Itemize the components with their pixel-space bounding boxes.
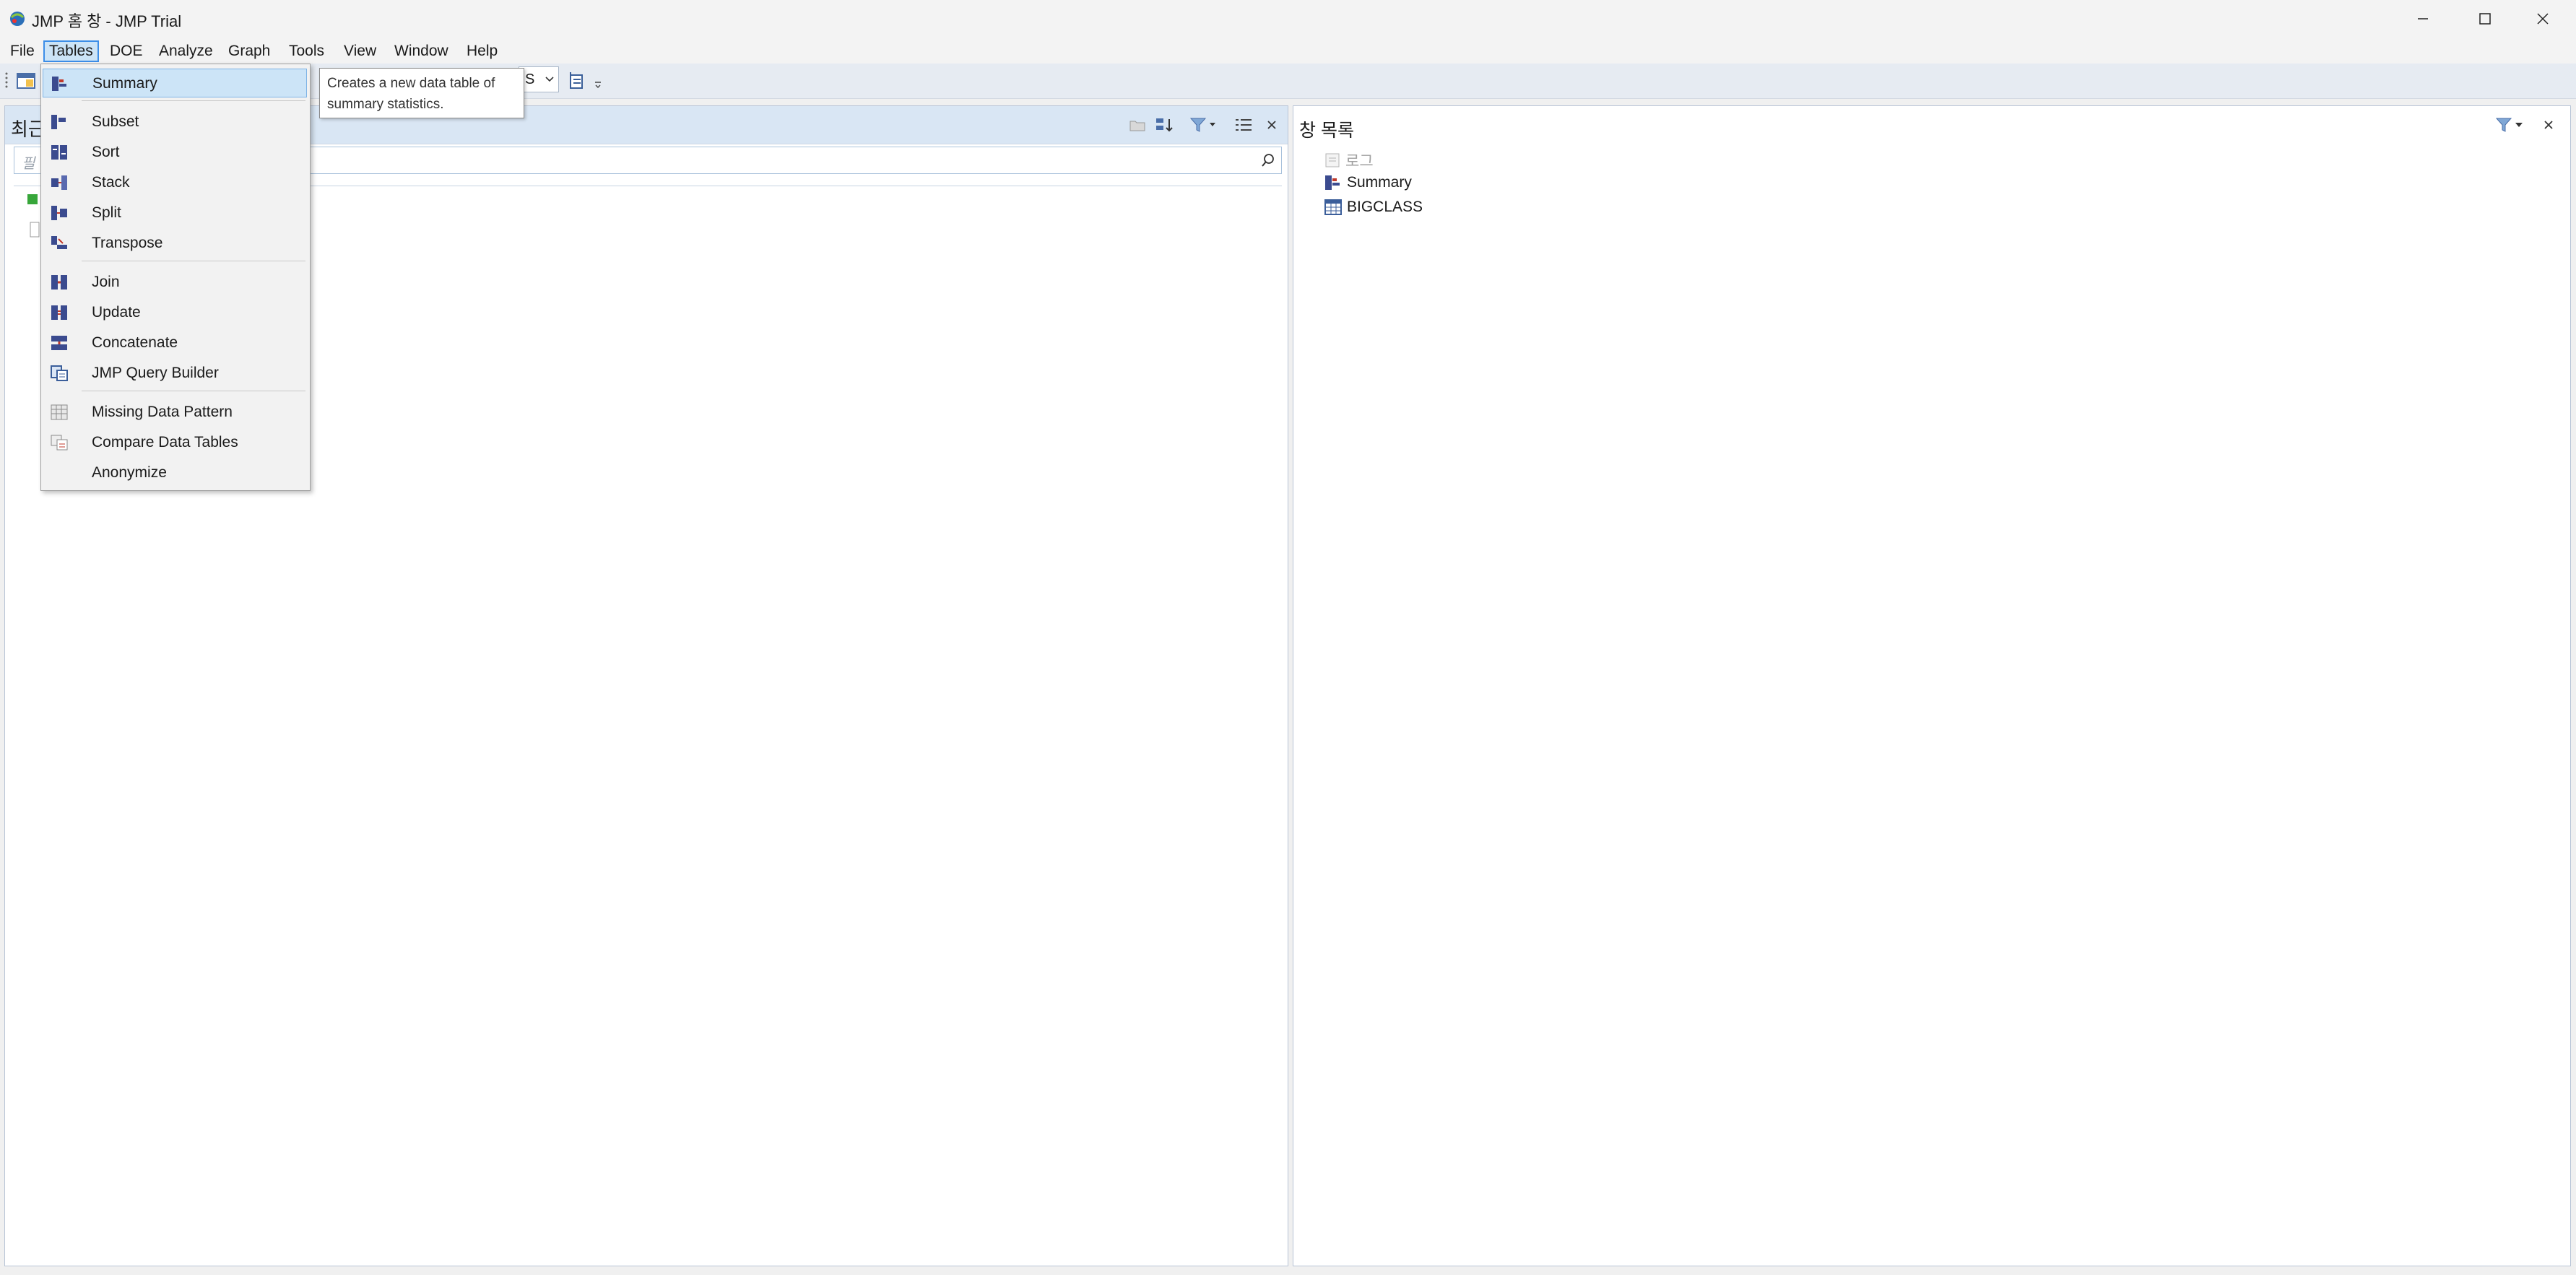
close-button[interactable] — [2513, 0, 2572, 38]
menu-analyze[interactable]: Analyze — [155, 40, 217, 62]
recent-file-icon[interactable] — [27, 193, 38, 206]
panel-close-icon[interactable] — [2541, 118, 2556, 132]
menu-item-label: Split — [92, 204, 121, 221]
compare-tables-icon — [51, 435, 68, 451]
toolbar-overflow-icon[interactable] — [594, 79, 602, 90]
minimize-button[interactable] — [2393, 0, 2453, 38]
window-list-header: 창 목록 — [1293, 106, 2570, 144]
missing-data-icon — [51, 404, 68, 420]
menu-item-compare-data-tables[interactable]: Compare Data Tables — [43, 428, 307, 457]
folder-icon[interactable] — [1129, 116, 1146, 134]
menu-item-query-builder[interactable]: JMP Query Builder — [43, 359, 307, 388]
menu-item-subset[interactable]: Subset — [43, 108, 307, 136]
summary-table-icon — [1325, 175, 1340, 190]
window-list-title: 창 목록 — [1299, 121, 1354, 141]
new-data-table-icon[interactable] — [16, 71, 38, 91]
log-icon — [1325, 153, 1340, 167]
close-icon — [2537, 13, 2549, 25]
menu-item-label: JMP Query Builder — [92, 365, 219, 381]
menu-item-label: Compare Data Tables — [92, 434, 238, 451]
toolbar-combo-value: S — [525, 71, 535, 87]
window-list-item-summary[interactable]: Summary — [1324, 174, 1412, 191]
filter-icon[interactable] — [1189, 116, 1218, 134]
menu-item-label: Anonymize — [92, 464, 167, 481]
menu-view[interactable]: View — [339, 40, 381, 62]
menu-file[interactable]: File — [6, 40, 39, 62]
join-icon — [51, 275, 67, 290]
menu-item-missing-data-pattern[interactable]: Missing Data Pattern — [43, 398, 307, 427]
menu-item-label: Stack — [92, 174, 130, 191]
menu-item-label: Missing Data Pattern — [92, 404, 233, 420]
search-placeholder: 필 — [22, 156, 35, 172]
concatenate-icon — [51, 336, 67, 350]
data-table-icon — [1324, 199, 1342, 215]
menu-item-stack[interactable]: Stack — [43, 168, 307, 197]
window-list-label: 로그 — [1345, 153, 1374, 170]
menu-item-transpose[interactable]: Transpose — [43, 229, 307, 258]
summary-tooltip: Creates a new data table of summary stat… — [319, 68, 524, 118]
window-list-label: BIGCLASS — [1347, 199, 1423, 215]
maximize-button[interactable] — [2455, 0, 2515, 38]
chevron-down-icon — [545, 77, 554, 82]
menu-doe[interactable]: DOE — [105, 40, 147, 62]
menu-window[interactable]: Window — [390, 40, 453, 62]
menu-item-label: Sort — [92, 144, 120, 160]
update-icon — [51, 305, 67, 320]
transpose-icon — [51, 236, 67, 249]
menu-bar: File Tables DOE Analyze Graph Tools View… — [0, 38, 2576, 64]
window-list-item-bigclass[interactable]: BIGCLASS — [1324, 199, 1423, 216]
menu-tables[interactable]: Tables — [43, 40, 99, 62]
query-builder-icon — [51, 365, 68, 381]
jmp-app-icon — [10, 12, 25, 26]
menu-item-label: Summary — [92, 75, 157, 92]
menu-item-label: Join — [92, 274, 120, 290]
toolbar-combo[interactable]: S — [519, 66, 559, 92]
menu-item-join[interactable]: Join — [43, 268, 307, 297]
list-view-icon[interactable] — [1233, 116, 1254, 134]
maximize-icon — [2479, 13, 2491, 25]
menu-tools[interactable]: Tools — [285, 40, 329, 62]
menu-item-update[interactable]: Update — [43, 298, 307, 327]
split-icon — [51, 206, 67, 220]
search-icon[interactable] — [1261, 153, 1275, 167]
stack-icon — [51, 175, 67, 190]
menu-item-concatenate[interactable]: Concatenate — [43, 328, 307, 357]
window-list-panel: 창 목록 로그 Summary BIGCLASS — [1293, 105, 2571, 1266]
menu-item-label: Update — [92, 304, 141, 321]
tooltip-line-1: Creates a new data table of — [327, 76, 495, 91]
toolbar-script-icon[interactable] — [566, 69, 586, 91]
menu-item-summary[interactable]: Summary — [43, 69, 307, 97]
filter-icon[interactable] — [2495, 116, 2527, 134]
window-list-label: Summary — [1347, 174, 1412, 191]
subset-icon — [51, 115, 66, 129]
title-bar: JMP 홈 창 - JMP Trial — [0, 0, 2576, 38]
recent-file-icon-2[interactable] — [30, 222, 40, 238]
sort-icon — [51, 145, 67, 160]
tables-menu-dropdown: Summary Subset Sort Stack Split Transpos… — [40, 64, 311, 491]
summary-icon — [52, 77, 66, 91]
minimize-icon — [2418, 18, 2428, 19]
menu-item-label: Transpose — [92, 235, 163, 251]
window-title: JMP 홈 창 - JMP Trial — [32, 12, 182, 30]
menu-item-label: Concatenate — [92, 334, 178, 351]
menu-item-anonymize[interactable]: Anonymize — [43, 458, 307, 487]
menu-help[interactable]: Help — [462, 40, 502, 62]
menu-graph[interactable]: Graph — [224, 40, 274, 62]
toolbar-grip-icon — [5, 72, 8, 88]
panel-close-icon[interactable] — [1265, 118, 1279, 132]
menu-item-sort[interactable]: Sort — [43, 138, 307, 167]
window-list-item-log[interactable]: 로그 — [1324, 149, 1374, 171]
menu-item-label: Subset — [92, 113, 139, 130]
menu-item-split[interactable]: Split — [43, 199, 307, 227]
sort-icon[interactable] — [1155, 116, 1176, 134]
menu-separator — [82, 100, 305, 101]
tooltip-line-2: summary statistics. — [327, 97, 444, 112]
